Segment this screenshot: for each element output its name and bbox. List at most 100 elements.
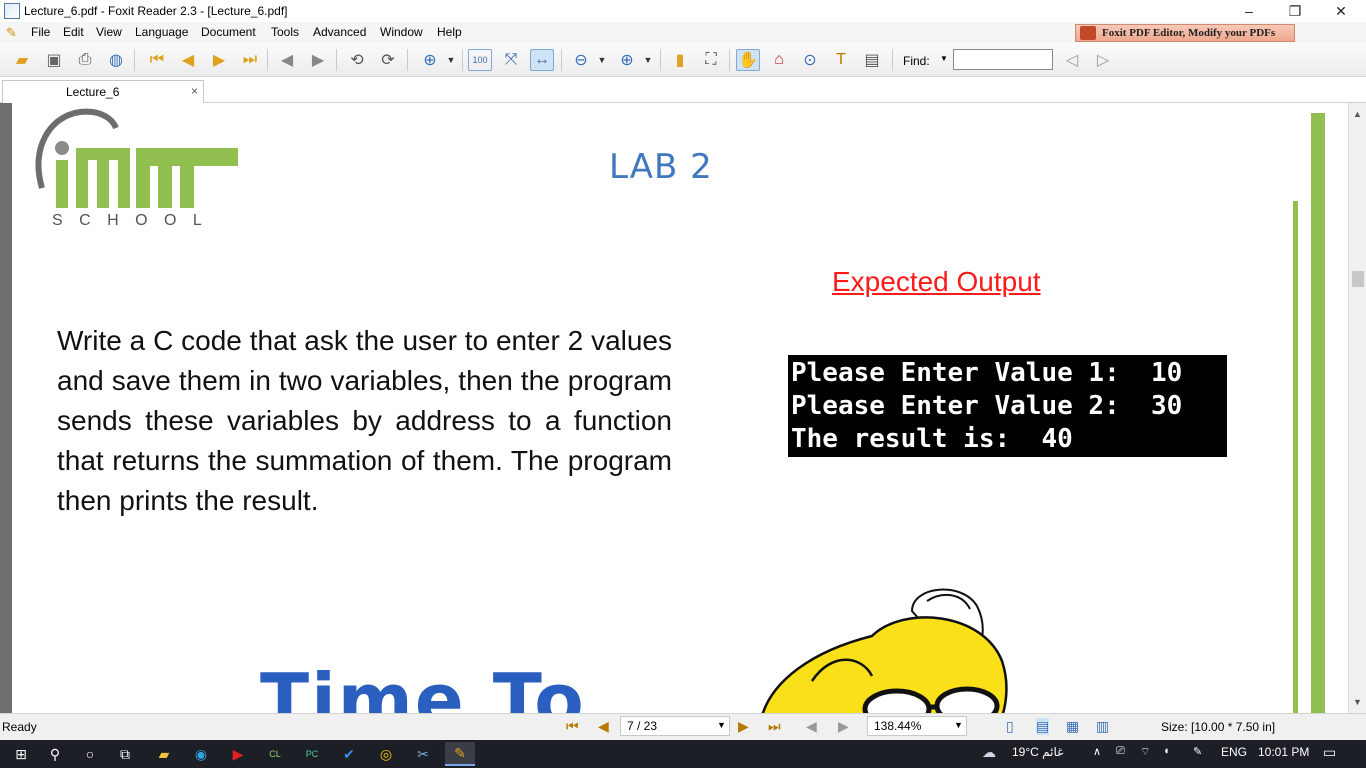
next-page-icon[interactable]: ▶ (207, 49, 231, 71)
logo-school-text: S C H O O L (52, 212, 208, 229)
input-language[interactable]: ENG (1221, 745, 1247, 759)
snapshot-icon[interactable]: ▤ (860, 49, 884, 71)
hand-tool-icon[interactable]: ✋ (736, 49, 760, 71)
expected-output-heading: Expected Output (832, 266, 1041, 297)
title-bar: Lecture_6.pdf - Foxit Reader 2.3 - [Lect… (0, 0, 1366, 22)
find-next-icon[interactable]: ▷ (1091, 49, 1115, 71)
tab-close-icon[interactable]: × (191, 84, 198, 98)
toolbar-separator (729, 49, 730, 71)
find-binoculars-icon[interactable]: ⊙ (798, 49, 822, 71)
show-hidden-icons-chevron-icon[interactable]: ∧ (1093, 745, 1101, 758)
youtube-icon[interactable]: ▶ (223, 742, 253, 766)
menu-edit[interactable]: Edit (63, 25, 84, 39)
scroll-thumb[interactable] (1352, 271, 1364, 287)
last-page-icon[interactable]: ⏭ (238, 49, 262, 71)
menu-window[interactable]: Window (380, 25, 423, 39)
open-icon[interactable]: ▰ (10, 49, 34, 71)
menu-tools[interactable]: Tools (271, 25, 299, 39)
zoom-in-icon[interactable]: ⊕ (615, 49, 639, 71)
zoom-level-field[interactable]: 138.44% ▼ (867, 716, 967, 736)
menu-view[interactable]: View (96, 25, 122, 39)
scroll-up-icon[interactable]: ▲ (1353, 109, 1362, 119)
foxit-editor-ad-button[interactable]: Foxit PDF Editor, Modify your PDFs (1075, 24, 1295, 42)
zoom-out-icon[interactable]: ⊖ (569, 49, 593, 71)
save-icon[interactable]: ▣ (42, 49, 66, 71)
menu-help[interactable]: Help (437, 25, 462, 39)
close-button[interactable]: ✕ (1318, 0, 1364, 22)
vertical-scrollbar[interactable]: ▲ ▼ (1348, 103, 1366, 713)
status-last-page-icon[interactable]: ⏭ (768, 718, 781, 735)
email-icon[interactable]: ◍ (104, 49, 128, 71)
zoom-dropdown-icon[interactable]: ▼ (954, 720, 963, 730)
single-page-view-icon[interactable]: ▯ (1006, 718, 1014, 735)
toolbar-separator (407, 49, 408, 71)
meet-now-icon[interactable]: ⎚ (1116, 745, 1125, 758)
full-screen-icon[interactable]: ⛶ (699, 49, 723, 71)
restore-button[interactable]: ❐ (1272, 0, 1318, 22)
status-previous-page-icon[interactable]: ◀ (598, 718, 609, 735)
console-output: Please Enter Value 1: 10 Please Enter Va… (788, 355, 1227, 457)
status-text: Ready (2, 720, 37, 734)
typewriter-icon[interactable]: T (829, 49, 853, 71)
search-icon[interactable]: ⚲ (40, 742, 70, 766)
start-windows-icon[interactable]: ⊞ (6, 742, 36, 766)
scroll-down-icon[interactable]: ▼ (1353, 697, 1362, 707)
todo-icon[interactable]: ✔ (334, 742, 364, 766)
menu-file[interactable]: File (31, 25, 50, 39)
toolbar-separator (134, 49, 135, 71)
volume-icon[interactable]: ◖ (1163, 745, 1170, 757)
rotate-left-icon[interactable]: ⟲ (345, 49, 369, 71)
file-explorer-icon[interactable]: ▰ (149, 742, 179, 766)
snipping-tool-icon[interactable]: ✂ (408, 742, 438, 766)
status-next-page-icon[interactable]: ▶ (738, 718, 749, 735)
fit-width-icon[interactable]: ↔ (530, 49, 554, 71)
continuous-view-icon[interactable]: ▤ (1036, 718, 1050, 735)
forward-icon[interactable]: ▶ (306, 49, 330, 71)
status-back-icon[interactable]: ◀ (806, 718, 817, 735)
menu-advanced[interactable]: Advanced (313, 25, 366, 39)
pen-icon[interactable]: ✎ (1193, 745, 1202, 758)
weather-text[interactable]: 19°C غائم (1012, 745, 1063, 759)
edge-browser-icon[interactable]: ◉ (186, 742, 216, 766)
rotate-right-icon[interactable]: ⟳ (376, 49, 400, 71)
actual-size-icon[interactable]: 100 (468, 49, 492, 71)
facing-view-icon[interactable]: ▦ (1066, 718, 1079, 735)
print-icon[interactable]: ⎙ (73, 49, 97, 71)
previous-page-icon[interactable]: ◀ (176, 49, 200, 71)
clion-icon[interactable]: CL (260, 742, 290, 766)
status-forward-icon[interactable]: ▶ (838, 718, 849, 735)
notifications-icon[interactable]: ▭ (1323, 744, 1336, 761)
page-dropdown-icon[interactable]: ▼ (717, 720, 726, 730)
back-icon[interactable]: ◀ (275, 49, 299, 71)
zoom-in-tool-icon[interactable]: ⊕ (418, 49, 442, 71)
select-text-icon[interactable]: ⌂ (767, 49, 791, 71)
foxit-reader-taskbar-icon[interactable]: ✎ (445, 742, 475, 766)
status-first-page-icon[interactable]: ⏮ (566, 718, 579, 735)
minimize-button[interactable]: – (1226, 0, 1272, 22)
menu-language[interactable]: Language (135, 25, 188, 39)
tab-lecture-6[interactable]: Lecture_6 × (2, 80, 204, 103)
page-number-field[interactable]: 7 / 23 ▼ (620, 716, 730, 736)
bookmark-icon[interactable]: ▮ (668, 49, 692, 71)
continuous-facing-view-icon[interactable]: ▥ (1096, 718, 1109, 735)
task-view-icon[interactable]: ⧉ (110, 742, 140, 766)
find-previous-icon[interactable]: ◁ (1060, 49, 1084, 71)
pycharm-icon[interactable]: PC (297, 742, 327, 766)
wifi-icon[interactable]: ⌔ (1140, 745, 1150, 759)
chrome-icon[interactable]: ◎ (371, 742, 401, 766)
clock[interactable]: 10:01 PM (1258, 745, 1309, 759)
first-page-icon[interactable]: ⏮ (145, 49, 169, 71)
find-options-dropdown-icon[interactable]: ▼ (940, 54, 948, 63)
find-input[interactable] (953, 49, 1053, 70)
task-description: Write a C code that ask the user to ente… (57, 325, 672, 516)
zoom-tool-dropdown-icon[interactable]: ▼ (444, 49, 458, 71)
window-title: Lecture_6.pdf - Foxit Reader 2.3 - [Lect… (24, 4, 288, 18)
toolbar: ▰ ▣ ⎙ ◍ ⏮ ◀ ▶ ⏭ ◀ ▶ ⟲ ⟳ ⊕ ▼ 100 ⤧ ↔ ⊖ ▼ … (0, 43, 1366, 77)
pdf-page: S C H O O L LAB 2 Expected Output Write … (12, 103, 1332, 713)
zoom-in-dropdown-icon[interactable]: ▼ (641, 49, 655, 71)
toolbar-separator (660, 49, 661, 71)
cortana-icon[interactable]: ○ (75, 742, 105, 766)
menu-document[interactable]: Document (201, 25, 256, 39)
fit-page-icon[interactable]: ⤧ (499, 49, 523, 71)
zoom-out-dropdown-icon[interactable]: ▼ (595, 49, 609, 71)
